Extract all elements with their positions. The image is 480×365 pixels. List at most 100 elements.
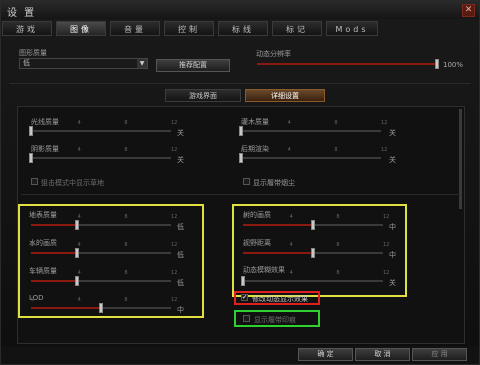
slider-tick-label: 8 [336, 214, 340, 220]
slider-fill [243, 224, 313, 226]
shadow-quality-end-label: 关 [177, 156, 184, 164]
slider-thumb[interactable] [435, 59, 439, 69]
slider-tick-label: 4 [77, 214, 81, 220]
slider-thumb[interactable] [29, 126, 33, 136]
ok-button[interactable]: 确 定 [298, 348, 353, 361]
slider-tick-label: 4 [289, 270, 293, 276]
track-marks-label: 显示履带印痕 [254, 316, 296, 324]
terrain-quality-end-label: 低 [177, 223, 184, 231]
slider-tick-label: 8 [334, 120, 338, 126]
slider-thumb[interactable] [29, 153, 33, 163]
motion-blur-label: 动态模糊效果 [243, 266, 285, 274]
slider-tick-label: 4 [289, 242, 293, 248]
slider-tick-label: 4 [77, 297, 81, 303]
subtab-game-interface[interactable]: 游戏界面 [165, 89, 241, 102]
recommend-config-button[interactable]: 推荐配置 [156, 59, 230, 72]
slider-tick-label: 8 [124, 120, 128, 126]
water-quality-slider[interactable]: 0 4 8 12 [31, 242, 177, 258]
slider-tick-label: 8 [124, 297, 128, 303]
shrub-quality-slider[interactable]: 0 4 8 12 [239, 120, 387, 136]
tree-quality-slider[interactable]: 0 4 8 12 [243, 214, 389, 230]
tab-mods[interactable]: Mods [326, 21, 378, 36]
settings-window: 设 置 ✕ 游戏 图像 音量 控制 标线 标记 Mods 图形质量 低 ▼ 推荐… [0, 0, 480, 365]
slider-tick-label: 12 [383, 242, 390, 248]
slider-tick-label: 4 [77, 242, 81, 248]
chevron-down-icon: ▼ [137, 59, 147, 68]
postprocess-slider[interactable]: 0 4 8 12 [239, 147, 387, 163]
apply-button[interactable]: 应 用 [412, 348, 467, 361]
track-marks-checkbox[interactable] [243, 315, 250, 322]
fix-dynamic-label: 修改动态显示效果 [252, 295, 308, 303]
slider-tick-label: 12 [171, 297, 178, 303]
motion-blur-end-label: 关 [389, 279, 396, 287]
slider-tick-label: 12 [171, 147, 178, 153]
slider-tick-label: 12 [171, 120, 178, 126]
slider-track [31, 157, 171, 159]
graphics-quality-value: 低 [23, 59, 30, 67]
light-quality-slider[interactable]: 0 4 8 12 [29, 120, 177, 136]
slider-thumb[interactable] [99, 303, 103, 313]
slider-thumb[interactable] [75, 248, 80, 258]
track-dust-checkbox[interactable] [243, 178, 250, 185]
slider-track [31, 130, 171, 132]
dynamic-resolution-slider[interactable] [257, 59, 439, 69]
shadow-quality-slider[interactable]: 0 4 8 12 [29, 147, 177, 163]
slider-track [243, 280, 383, 282]
slider-track [241, 130, 381, 132]
slider-tick-label: 12 [171, 270, 178, 276]
title-bar: 设 置 ✕ [1, 1, 479, 19]
slider-thumb[interactable] [311, 248, 315, 258]
track-dust-label: 显示履带烟尘 [253, 179, 295, 187]
tab-sound[interactable]: 音量 [110, 21, 160, 36]
slider-tick-label: 8 [124, 214, 128, 220]
subtab-detail-settings[interactable]: 详细设置 [245, 89, 325, 102]
slider-tick-label: 0 [243, 242, 247, 248]
slider-thumb[interactable] [239, 153, 243, 163]
lod-slider[interactable]: 0 4 8 12 [31, 297, 177, 313]
slider-tick-label: 12 [171, 214, 178, 220]
tab-controls[interactable]: 控制 [164, 21, 214, 36]
slider-tick-label: 12 [171, 242, 178, 248]
graphics-quality-select[interactable]: 低 ▼ [19, 58, 148, 69]
slider-tick-label: 0 [243, 270, 247, 276]
slider-thumb[interactable] [75, 220, 80, 230]
tree-quality-end-label: 中 [389, 223, 396, 231]
tab-crosshair[interactable]: 标线 [218, 21, 268, 36]
slider-tick-label: 4 [77, 270, 81, 276]
slider-thumb[interactable] [241, 276, 245, 286]
slider-thumb[interactable] [75, 276, 80, 286]
slider-tick-label: 12 [381, 147, 388, 153]
dynamic-resolution-value: 100% [443, 61, 464, 69]
slider-tick-label: 0 [243, 214, 247, 220]
view-distance-label: 视野距离 [243, 239, 271, 247]
view-distance-slider[interactable]: 0 4 8 12 [243, 242, 389, 258]
lod-end-label: 中 [177, 306, 184, 314]
tab-game[interactable]: 游戏 [2, 21, 52, 36]
slider-tick-label: 0 [31, 214, 35, 220]
light-quality-end-label: 关 [177, 129, 184, 137]
tab-graphics[interactable]: 图像 [56, 21, 106, 36]
window-title: 设 置 [7, 8, 37, 19]
slider-fill [31, 280, 78, 282]
postprocess-end-label: 关 [389, 156, 396, 164]
slider-tick-label: 0 [31, 147, 35, 153]
tab-markers[interactable]: 标记 [272, 21, 322, 36]
slider-tick-label: 0 [31, 242, 35, 248]
sniper-terrain-checkbox[interactable] [31, 178, 38, 185]
slider-thumb[interactable] [311, 220, 315, 230]
tree-quality-label: 树的画质 [243, 211, 271, 219]
slider-fill [243, 252, 313, 254]
close-button[interactable]: ✕ [462, 4, 475, 17]
cancel-button[interactable]: 取 消 [355, 348, 410, 361]
section-divider [9, 83, 471, 84]
motion-blur-slider[interactable]: 0 4 8 12 [241, 270, 389, 286]
fix-dynamic-checkbox[interactable]: ✔ [241, 294, 248, 301]
slider-thumb[interactable] [239, 126, 243, 136]
slider-tick-label: 8 [124, 242, 128, 248]
vehicle-quality-slider[interactable]: 0 4 8 12 [31, 270, 177, 286]
slider-tick-label: 8 [336, 270, 340, 276]
panel-divider [21, 194, 461, 195]
slider-tick-label: 8 [336, 242, 340, 248]
detail-subtabs: 游戏界面 详细设置 [165, 89, 325, 103]
terrain-quality-slider[interactable]: 0 4 8 12 [31, 214, 177, 230]
